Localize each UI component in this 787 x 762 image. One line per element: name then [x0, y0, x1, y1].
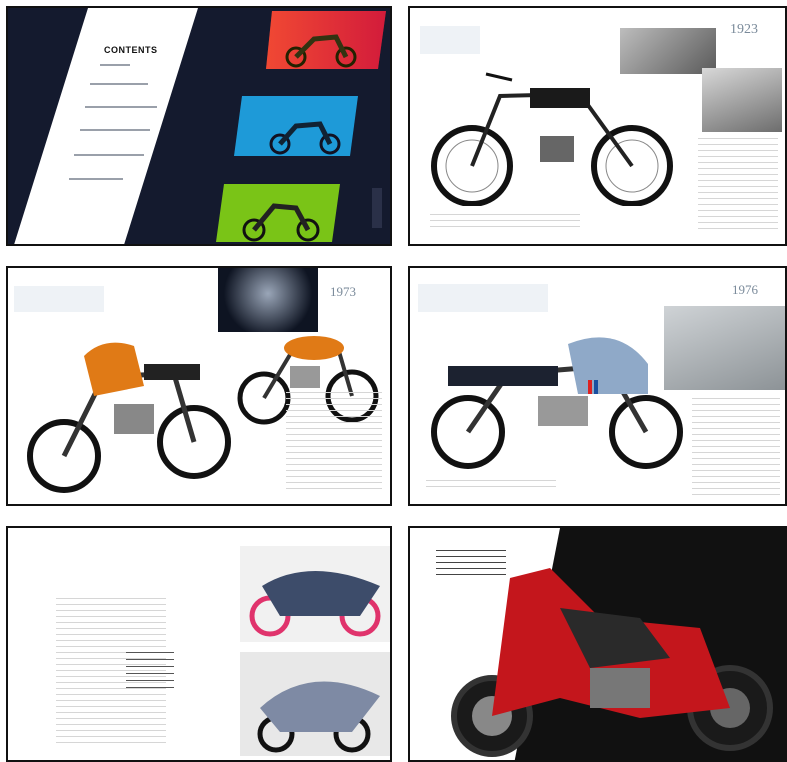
sport-bike-sketch-top — [240, 546, 390, 642]
year-label: 1973 — [330, 284, 356, 299]
blue-motorcycle-photo — [234, 96, 358, 156]
ghost-heading — [420, 26, 480, 54]
orange-motorcycle-main — [27, 342, 231, 493]
design-sketch-spread — [6, 526, 392, 762]
contents-entry — [74, 154, 144, 156]
contents-entry — [90, 83, 148, 85]
body-text — [692, 398, 780, 496]
caption-text — [426, 480, 556, 492]
body-text — [286, 392, 382, 492]
red-adventure-bike-spread — [408, 526, 787, 762]
red-motorcycle-photo — [266, 11, 386, 69]
spread-1976: 1976 — [408, 266, 787, 506]
spread-1973: 1973 — [6, 266, 392, 506]
concept-bike-sketch-drawing — [257, 681, 380, 753]
contents-entry — [100, 64, 130, 66]
contents-heading: CONTENTS — [104, 45, 158, 55]
contents-entry — [80, 129, 150, 131]
blue-touring-motorcycle-image — [431, 337, 683, 469]
contents-entry — [85, 106, 157, 108]
year-label: 1923 — [730, 22, 758, 37]
body-text — [698, 138, 778, 230]
pull-quote — [126, 652, 174, 694]
caption-text — [430, 214, 580, 228]
spread-1923: 1923 — [408, 6, 787, 246]
sport-bike-sketch-drawing — [249, 571, 381, 637]
contents-spread: CONTENTS — [6, 6, 392, 246]
page-number-tab — [372, 188, 382, 228]
vintage-motorcycle-image — [431, 72, 673, 206]
sport-bike-sketch-bottom — [240, 652, 390, 756]
green-motorcycle-photo — [216, 184, 340, 242]
ghost-heading — [14, 286, 104, 312]
contents-entry — [69, 178, 123, 180]
archive-photo-rider — [702, 68, 782, 132]
year-label: 1976 — [732, 282, 758, 297]
red-adventure-motorcycle-image — [451, 568, 773, 757]
